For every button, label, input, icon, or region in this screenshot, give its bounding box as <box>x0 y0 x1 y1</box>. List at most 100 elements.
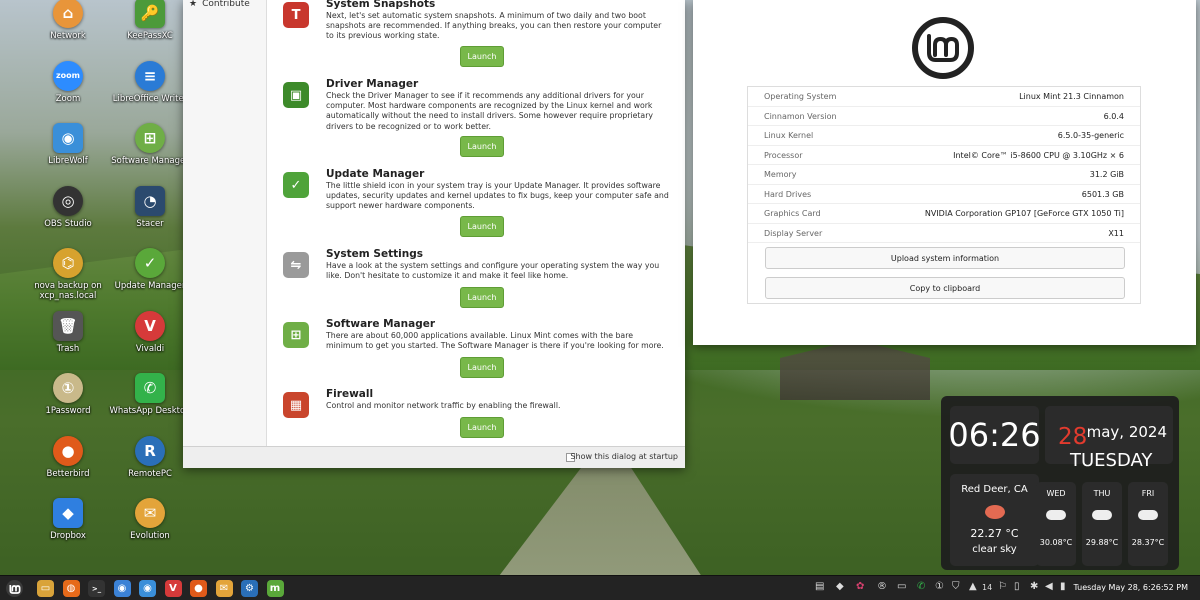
show-at-startup-label[interactable]: Show this dialog at startup <box>570 452 678 461</box>
info-key: Display Server <box>764 228 823 238</box>
desktop-icon[interactable]: ⊞ Software Manager <box>107 123 193 166</box>
launch-button[interactable]: Launch <box>460 417 504 438</box>
desktop-icon[interactable]: ≡ LibreOffice Writer <box>107 60 193 104</box>
menu-button[interactable] <box>6 580 23 597</box>
weather-city: Red Deer, CA <box>961 484 1028 495</box>
system-info-window: Upload system information Copy to clipbo… <box>693 0 1196 345</box>
date-day: 28 <box>1058 424 1088 450</box>
network-share-icon: ⌬ <box>53 248 83 278</box>
evolution-icon[interactable]: ✉ <box>215 580 233 597</box>
desktop-icon[interactable]: 🔑 KeePassXC <box>107 0 193 41</box>
desktop-icon-label: Betterbird <box>46 468 90 479</box>
desktop-icon[interactable]: ⌬ nova backup on xcp_nas.local <box>25 248 111 301</box>
desktop-icon-label: nova backup on xcp_nas.local <box>34 281 102 301</box>
section-title: Software Manager <box>326 318 436 330</box>
info-value: 31.2 GiB <box>1089 170 1124 179</box>
date-box: 28 may, 2024 TUESDAY <box>1045 406 1173 471</box>
system-info-table: Upload system information Copy to clipbo… <box>747 86 1141 304</box>
display-tray-icon[interactable]: ▭ <box>897 581 906 592</box>
remotepc-tray-icon[interactable]: ® <box>877 581 887 592</box>
desktop-icon[interactable]: ✓ Update Manager <box>107 248 193 291</box>
forecast-temp: 28.37°C <box>1131 538 1165 547</box>
taskbar-clock[interactable]: Tuesday May 28, 6:26:52 PM <box>1073 583 1188 592</box>
info-row: Cinnamon Version 6.0.4 <box>748 107 1140 126</box>
info-row: Graphics Card NVIDIA Corporation GP107 [… <box>748 204 1140 224</box>
sidebar-item-label: Contribute <box>202 0 250 9</box>
shield-tray-icon[interactable]: ⛉ <box>952 581 960 592</box>
launch-button[interactable]: Launch <box>460 46 504 67</box>
launch-button[interactable]: Launch <box>460 136 504 157</box>
forecast-day-label: WED <box>1046 489 1066 498</box>
desktop-icon[interactable]: ● Betterbird <box>25 435 111 479</box>
chrome-icon[interactable]: ◉ <box>113 580 131 597</box>
firefox-icon[interactable]: ◍ <box>62 580 80 597</box>
launch-button[interactable]: Launch <box>460 357 504 378</box>
timeshift-icon: T <box>283 2 309 28</box>
upload-system-info-button[interactable]: Upload system information <box>765 247 1125 269</box>
update-manager-icon: ✓ <box>135 248 165 278</box>
welcome-footer: Show this dialog at startup <box>183 446 685 468</box>
desktop-icon[interactable]: ◎ OBS Studio <box>25 185 111 229</box>
linux-mint-logo-icon <box>912 17 974 79</box>
battery-tray-icon[interactable]: ▮ <box>1060 581 1066 592</box>
copy-to-clipboard-button[interactable]: Copy to clipboard <box>765 277 1125 299</box>
desktop-icon-label: Zoom <box>55 93 81 104</box>
desktop-icon-label: Evolution <box>130 531 170 541</box>
software-manager-icon: ⊞ <box>283 322 309 348</box>
desktop-icon-label: Stacer <box>136 218 164 229</box>
forecast-day: THU 29.88°C <box>1082 482 1122 566</box>
desktop-icon[interactable]: V Vivaldi <box>107 310 193 354</box>
desktop-icon[interactable]: ◆ Dropbox <box>25 498 111 541</box>
vivaldi-icon[interactable]: V <box>164 580 182 597</box>
desktop-icon[interactable]: ◉ LibreWolf <box>25 123 111 166</box>
welcome-sidebar: ★ Contribute <box>183 0 267 446</box>
info-value: X11 <box>1108 228 1124 238</box>
clock-time: 06:26 <box>948 406 1041 464</box>
toggle-settings-icon: ⇋ <box>283 252 309 278</box>
volume-tray-icon[interactable]: ◀ <box>1045 581 1053 592</box>
info-key: Hard Drives <box>764 189 812 199</box>
obs-studio-icon: ◎ <box>53 185 83 216</box>
clipboard-tray-icon[interactable]: ▤ <box>815 581 824 592</box>
sidebar-item-contribute[interactable]: ★ Contribute <box>189 0 250 9</box>
desktop-icon[interactable]: ✆ WhatsApp Desktop <box>107 373 193 416</box>
info-key: Memory <box>764 170 797 179</box>
bluetooth-tray-icon[interactable]: ✱ <box>1030 581 1038 592</box>
network-tray-icon[interactable]: ▲ <box>969 581 977 592</box>
desktop-icon[interactable]: ① 1Password <box>25 373 111 416</box>
info-value: 6.0.4 <box>1103 111 1124 121</box>
vivaldi-tray-icon[interactable]: ✿ <box>856 581 864 592</box>
dropbox-tray-icon[interactable]: ◆ <box>836 581 844 592</box>
evolution-icon: ✉ <box>135 498 165 528</box>
desktop-icon[interactable]: 🗑 Trash <box>25 310 111 354</box>
mint-update-icon[interactable]: m <box>266 580 284 597</box>
librewolf-icon: ◉ <box>53 123 83 153</box>
files-icon[interactable]: ▭ <box>37 580 54 597</box>
betterbird-icon[interactable]: ● <box>190 580 207 597</box>
flag-tray-icon[interactable]: ⚐ <box>998 581 1007 592</box>
launch-button[interactable]: Launch <box>460 287 504 308</box>
desktop-icon[interactable]: ✉ Evolution <box>107 498 193 541</box>
onepassword-tray-icon[interactable]: ① <box>935 581 944 592</box>
librewolf-icon[interactable]: ◉ <box>139 580 156 597</box>
forecast-day-label: THU <box>1093 489 1111 498</box>
settings-icon[interactable]: ⚙ <box>241 580 258 597</box>
desktop-icon[interactable]: R RemotePC <box>107 435 193 479</box>
section-description: There are about 60,000 applications avai… <box>326 331 664 351</box>
keepassxc-icon: 🔑 <box>135 0 165 28</box>
info-value: Linux Mint 21.3 Cinnamon <box>1019 92 1124 101</box>
whatsapp-tray-icon[interactable]: ✆ <box>917 581 925 592</box>
section-title: Update Manager <box>326 168 425 180</box>
info-key: Graphics Card <box>764 209 821 218</box>
launch-button[interactable]: Launch <box>460 216 504 237</box>
info-value: 6.5.0-35-generic <box>1057 131 1124 140</box>
section-description: Have a look at the system settings and c… <box>326 261 660 281</box>
desktop-icon[interactable]: zoom Zoom <box>25 60 111 104</box>
desktop-icon[interactable]: ⌂ Network <box>25 0 111 41</box>
desktop-icon[interactable]: ◔ Stacer <box>107 185 193 229</box>
device-tray-icon[interactable]: ▯ <box>1014 581 1020 592</box>
notification-count[interactable]: 14 <box>982 583 992 592</box>
terminal-icon[interactable]: >_ <box>88 580 105 597</box>
info-row: Linux Kernel 6.5.0-35-generic <box>748 126 1140 146</box>
background-path <box>496 460 704 580</box>
